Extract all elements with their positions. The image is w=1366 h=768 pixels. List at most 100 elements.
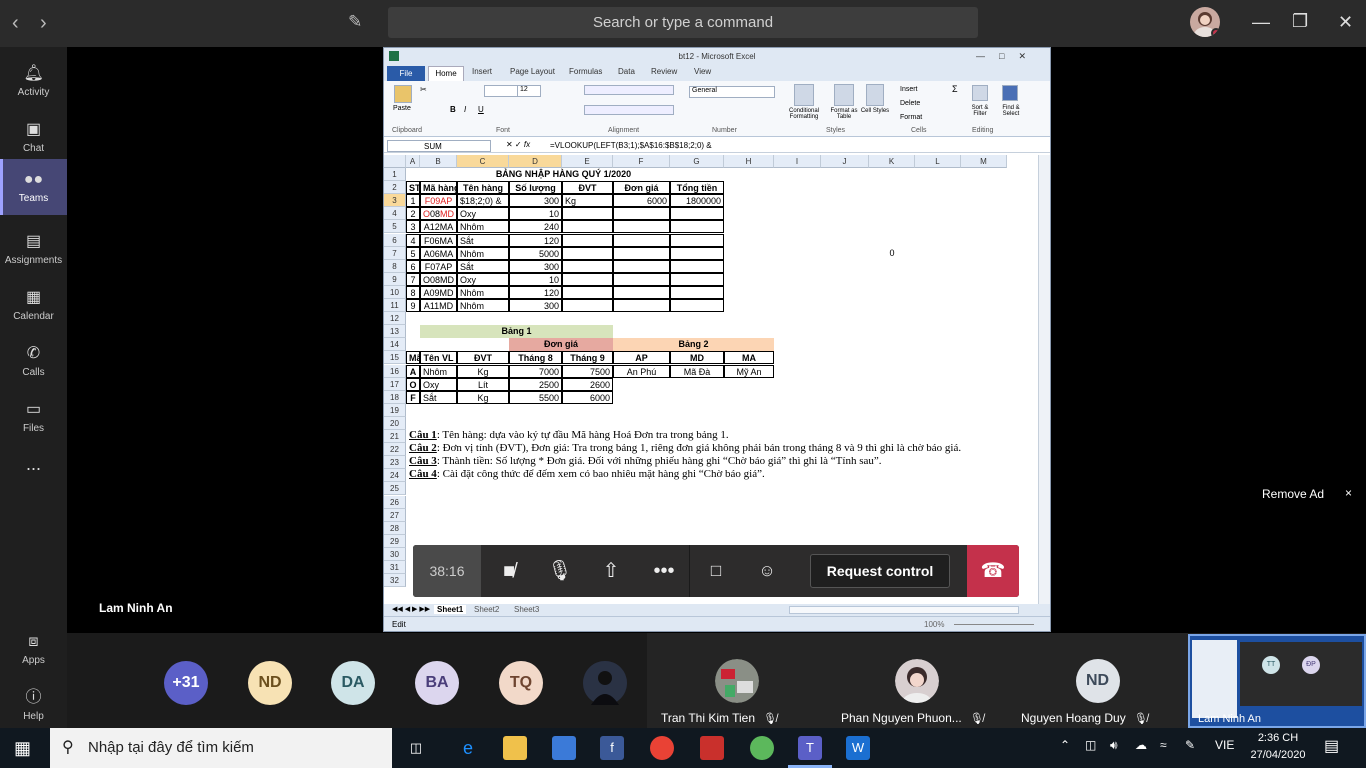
select-all-corner[interactable] [384, 155, 406, 168]
cell[interactable]: 4 [406, 233, 420, 247]
rail-item-apps[interactable]: ⧈ Apps [0, 621, 67, 677]
format-as-table-icon[interactable] [834, 84, 854, 106]
chevron-right-icon[interactable]: › [40, 12, 47, 35]
row-header[interactable]: 10 [384, 285, 406, 299]
row-header[interactable]: 18 [384, 390, 406, 404]
find-select-icon[interactable] [1002, 85, 1018, 101]
row-header[interactable]: 31 [384, 561, 406, 574]
cell[interactable] [613, 220, 670, 234]
tab-view[interactable]: View [694, 67, 711, 76]
rail-item-more[interactable]: ... [0, 445, 67, 501]
column-title[interactable]: Tháng 9 [562, 351, 613, 365]
cell[interactable]: Oxy [420, 377, 457, 391]
cell[interactable]: 7 [406, 272, 420, 286]
column-title[interactable]: Tên VL [420, 351, 457, 365]
column-header[interactable]: J [821, 155, 869, 168]
cell[interactable]: Oxy [457, 207, 509, 221]
row-header[interactable]: 2 [384, 181, 406, 195]
underline-button[interactable]: U [478, 105, 484, 114]
taskbar-search-input[interactable]: Nhập tại đây để tìm kiếm [50, 728, 392, 768]
mic-off-icon[interactable]: 🎙︎ [534, 545, 586, 597]
tray-chevron-icon[interactable]: ⌃ [1060, 738, 1070, 752]
row-header[interactable]: 12 [384, 312, 406, 326]
row-header[interactable]: 26 [384, 495, 406, 509]
cell[interactable]: Kg [457, 364, 509, 378]
tab-page-layout[interactable]: Page Layout [510, 67, 555, 76]
participant-tile[interactable]: Phan Nguyen Phuon... 🎙︎̸ [827, 633, 1007, 728]
column-title[interactable]: AP [613, 351, 670, 365]
participant-avatar[interactable]: BA [415, 661, 459, 705]
cell[interactable]: Sắt [457, 233, 509, 247]
cell[interactable]: 300 [509, 194, 562, 208]
column-title[interactable]: Tháng 8 [509, 351, 562, 365]
font-size-select[interactable]: 12 [517, 85, 541, 97]
cell[interactable]: 5000 [509, 246, 562, 260]
overflow-participants[interactable]: +31 [164, 661, 208, 705]
table-title[interactable]: Bảng 2 [613, 338, 774, 352]
cell[interactable] [670, 272, 724, 286]
insert-cells-button[interactable]: Insert [900, 86, 918, 93]
search-input[interactable]: Search or type a command [388, 7, 978, 38]
pen-icon[interactable]: ✎ [1185, 738, 1195, 752]
rail-item-calendar[interactable]: ▦ Calendar [0, 277, 67, 333]
row-header[interactable]: 30 [384, 547, 406, 561]
cell[interactable] [670, 220, 724, 234]
group-header[interactable]: Đơn giá [509, 338, 613, 352]
row-header[interactable]: 28 [384, 521, 406, 535]
cell[interactable] [613, 299, 670, 312]
rail-item-calls[interactable]: ✆ Calls [0, 333, 67, 389]
cell[interactable] [670, 246, 724, 260]
close-icon[interactable]: ✕ [1338, 12, 1353, 33]
row-header[interactable]: 27 [384, 508, 406, 522]
store-icon[interactable] [552, 736, 576, 760]
avatar[interactable] [1190, 7, 1220, 37]
cell[interactable]: 1 [406, 194, 420, 208]
sheet-nav-arrows[interactable]: ◀◀ ◀ ▶ ▶▶ [392, 605, 430, 613]
cell[interactable] [613, 272, 670, 286]
tab-file[interactable]: File [387, 66, 425, 81]
column-header[interactable]: F [613, 155, 670, 168]
cell[interactable]: A [406, 364, 420, 378]
cell[interactable]: 120 [509, 285, 562, 299]
participants-icon[interactable]: ☺ [741, 545, 793, 597]
cell[interactable]: 3 [406, 220, 420, 234]
chat-icon[interactable]: □ [690, 545, 742, 597]
row-header[interactable]: 1 [384, 168, 406, 181]
cell[interactable] [670, 285, 724, 299]
cell[interactable]: Nhôm [457, 285, 509, 299]
cell[interactable]: Nhôm [457, 220, 509, 234]
task-view-icon[interactable]: ◫ [404, 736, 428, 760]
column-title[interactable]: MA [724, 351, 774, 365]
participant-tile[interactable]: Tran Thi Kim Tien 🎙︎̸ [647, 633, 827, 728]
column-title[interactable]: Số lượng [509, 181, 562, 195]
more-options-icon[interactable]: ••• [638, 545, 690, 597]
table-title[interactable]: Bảng 1 [420, 325, 613, 339]
cell[interactable] [613, 246, 670, 260]
tab-data[interactable]: Data [618, 67, 635, 76]
file-explorer-icon[interactable] [503, 736, 527, 760]
cell[interactable]: 6000 [613, 194, 670, 208]
cell[interactable] [613, 207, 670, 221]
row-header[interactable]: 23 [384, 456, 406, 470]
cell[interactable]: Kg [562, 194, 613, 208]
cell[interactable] [670, 299, 724, 312]
cell[interactable] [562, 246, 613, 260]
rail-item-help[interactable]: ⓘ Help [0, 677, 67, 733]
row-header[interactable]: 20 [384, 416, 406, 430]
row-header[interactable]: 9 [384, 272, 406, 286]
cell[interactable]: 1800000 [670, 194, 724, 208]
notifications-icon[interactable]: ▤ [1324, 736, 1339, 756]
cell[interactable] [562, 220, 613, 234]
participant-avatar[interactable] [583, 661, 627, 705]
participant-avatar[interactable]: DA [331, 661, 375, 705]
column-title[interactable]: Mã [406, 351, 420, 365]
teams-icon[interactable]: T [798, 736, 822, 760]
bold-button[interactable]: B [450, 105, 456, 114]
facebook-icon[interactable]: f [600, 736, 624, 760]
column-header[interactable]: E [562, 155, 613, 168]
compose-icon[interactable]: ✎ [348, 12, 368, 32]
column-title[interactable]: Đơn giá [613, 181, 670, 195]
column-title[interactable]: ĐVT [457, 351, 509, 365]
chrome-icon[interactable] [650, 736, 674, 760]
cell[interactable] [562, 272, 613, 286]
